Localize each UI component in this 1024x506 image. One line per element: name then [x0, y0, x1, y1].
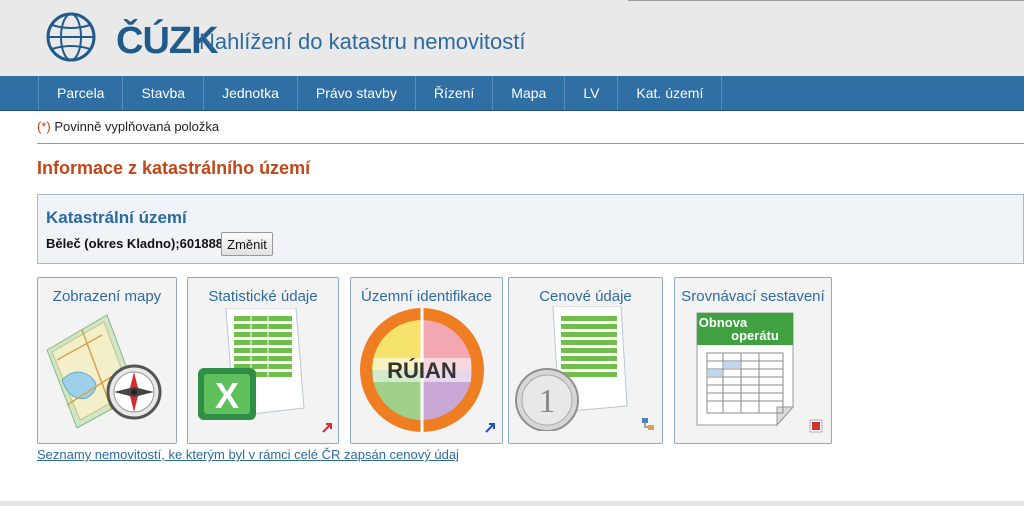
banner-line-2: operátu [731, 328, 779, 343]
price-data-list-link[interactable]: Seznamy nemovitostí, ke kterým byl v rám… [37, 447, 459, 462]
nav-item-stavba[interactable]: Stavba [122, 76, 203, 110]
change-button[interactable]: Změnit [221, 232, 273, 256]
tile-comparative-summary[interactable]: Srovnávací sestavení Obnova operátu [674, 277, 832, 444]
tile-label: Územní identifikace [361, 288, 492, 305]
coin-spreadsheet-icon: 1 [515, 306, 628, 431]
svg-text:X: X [215, 375, 239, 416]
header-top-line [628, 0, 1024, 1]
nav-item-mapa[interactable]: Mapa [492, 76, 564, 110]
header: ČÚZK Nahlížení do katastru nemovitostí [0, 0, 1024, 76]
required-text: Povinně vyplňovaná položka [54, 119, 220, 134]
svg-text:1: 1 [539, 383, 556, 420]
cadastral-area-value: Běleč (okres Kladno);601888 [46, 236, 224, 251]
tile-label: Srovnávací sestavení [681, 288, 825, 305]
cadastral-area-title: Katastrální území [46, 208, 187, 227]
tile-statistics[interactable]: Statistické údaje X [187, 277, 339, 444]
external-link-icon [322, 423, 332, 433]
external-link-icon [485, 423, 495, 433]
site-title: Nahlížení do katastru nemovitostí [199, 29, 526, 54]
nav-item-lv[interactable]: LV [564, 76, 617, 110]
tile-label: Zobrazení mapy [52, 288, 162, 305]
nav-item-rizeni[interactable]: Řízení [414, 76, 492, 110]
network-icon [642, 418, 654, 430]
cuzk-logo[interactable]: ČÚZK [46, 12, 219, 62]
main-navigation: Parcela Stavba Jednotka Právo stavby Říz… [0, 76, 1024, 111]
nav-item-pravo-stavby[interactable]: Právo stavby [296, 76, 415, 110]
excel-spreadsheet-icon: X [198, 308, 305, 420]
tile-territorial-identification[interactable]: Územní identifikace RÚIAN [350, 277, 503, 444]
nav-items: Parcela Stavba Jednotka Právo stavby Říz… [38, 76, 723, 110]
required-star: (*) [37, 119, 51, 134]
map-compass-icon [46, 314, 162, 429]
pdf-icon [809, 419, 823, 433]
tile-label: Statistické údaje [208, 288, 318, 305]
required-field-note: (*) Povinně vyplňovaná položka [37, 119, 219, 134]
globe-icon [46, 12, 96, 62]
nav-item-parcela[interactable]: Parcela [38, 76, 122, 110]
divider [37, 143, 1024, 144]
cadastral-area-panel: Katastrální území Běleč (okres Kladno);6… [37, 194, 1024, 264]
tile-label: Cenové údaje [539, 288, 632, 305]
document-table-icon: Obnova operátu [696, 312, 795, 427]
page-heading: Informace z katastrálního území [37, 158, 311, 178]
nav-item-kat-uzemi[interactable]: Kat. území [617, 76, 723, 110]
footer-bar [0, 501, 1024, 506]
ruian-logo-icon: RÚIAN [360, 308, 484, 432]
ruian-logo-text: RÚIAN [387, 358, 457, 383]
nav-item-jednotka[interactable]: Jednotka [203, 76, 297, 110]
tile-map-view[interactable]: Zobrazení mapy [37, 277, 177, 444]
tile-price-data[interactable]: Cenové údaje 1 [508, 277, 663, 444]
